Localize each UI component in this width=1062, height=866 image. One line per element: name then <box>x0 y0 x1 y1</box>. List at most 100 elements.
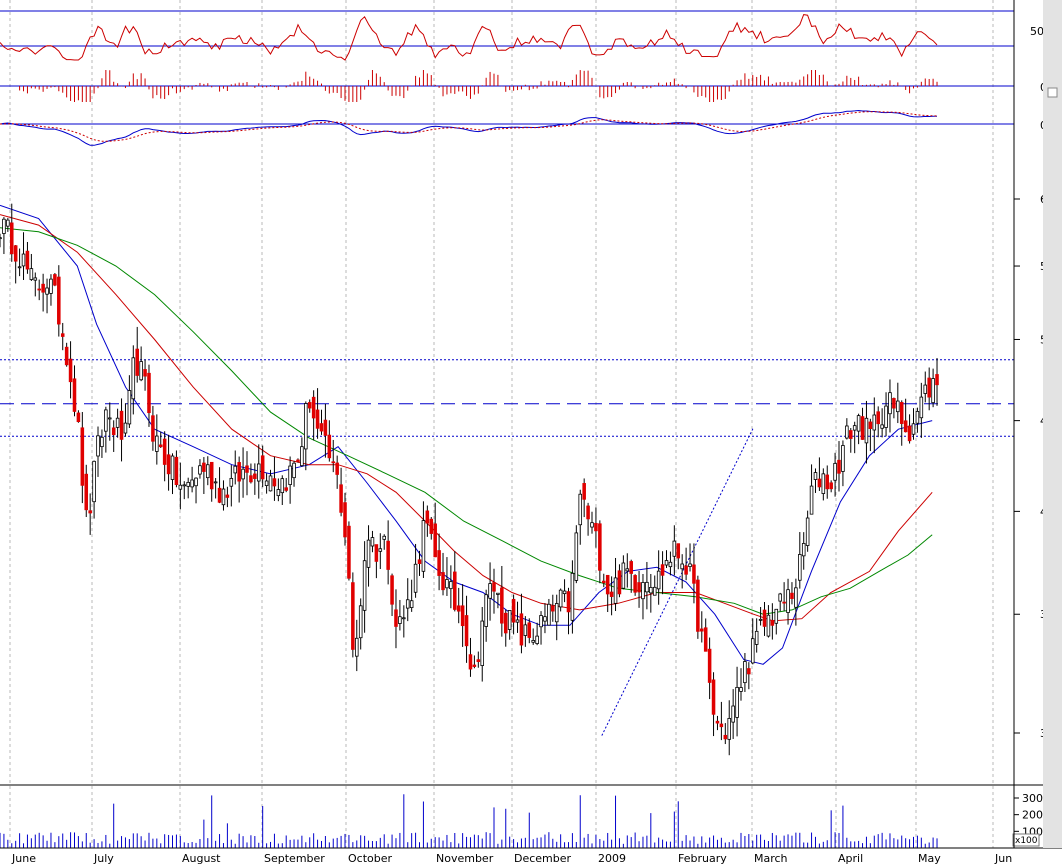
candle-body <box>49 278 53 294</box>
candle-body <box>186 481 190 487</box>
candle-body <box>358 605 363 639</box>
candle-body <box>13 245 18 262</box>
candle-body <box>817 478 822 488</box>
candle-body <box>84 473 89 511</box>
candle-body <box>460 605 465 627</box>
candle-body <box>123 422 128 434</box>
candle-body <box>315 409 320 429</box>
candle-body <box>229 477 234 487</box>
candle-body <box>790 592 794 599</box>
candle-body <box>304 403 308 450</box>
candle-body <box>641 582 645 600</box>
candle-body <box>715 720 720 724</box>
candle-body <box>837 459 841 474</box>
candle-body <box>798 554 802 581</box>
candle-body <box>649 587 653 594</box>
candle-body <box>684 565 688 575</box>
candle-body <box>162 438 167 465</box>
candle-body <box>700 628 704 632</box>
candle-body <box>64 346 69 366</box>
candle-body <box>523 624 528 636</box>
candle-body <box>794 587 798 608</box>
month-label: November <box>436 852 494 865</box>
candle-body <box>637 582 641 593</box>
candle-body <box>484 594 488 627</box>
candle-body <box>590 522 594 528</box>
candle-body <box>754 630 759 645</box>
candle-body <box>500 587 504 624</box>
candle-body <box>178 484 183 490</box>
candle-body <box>249 475 253 483</box>
candle-body <box>174 456 179 485</box>
candle-body <box>0 237 2 240</box>
candle-body <box>253 473 257 479</box>
candle-body <box>664 560 669 566</box>
candle-body <box>739 687 743 692</box>
candle-body <box>441 572 445 591</box>
candle-body <box>896 400 900 413</box>
candle-body <box>194 477 198 487</box>
candle-body <box>692 564 696 584</box>
candle-body <box>147 372 151 414</box>
candle-body <box>511 598 516 623</box>
scroll-handle[interactable] <box>1047 87 1058 98</box>
candle-body <box>206 464 210 479</box>
candle-body <box>355 637 359 657</box>
scroll-track[interactable] <box>1043 0 1062 848</box>
candle-body <box>331 461 336 464</box>
candle-body <box>456 605 461 612</box>
candle-body <box>339 484 343 513</box>
month-label: Jun <box>994 852 1012 865</box>
candle-body <box>852 425 857 431</box>
candle-body <box>562 590 567 595</box>
candle-body <box>476 659 481 662</box>
candle-body <box>2 218 6 234</box>
candle-body <box>860 416 865 440</box>
month-label: August <box>182 852 221 865</box>
candle-body <box>327 434 332 459</box>
month-label: September <box>264 852 325 865</box>
candle-body <box>111 427 116 436</box>
candle-body <box>696 579 700 632</box>
candle-body <box>558 589 563 608</box>
candle-body <box>409 600 414 608</box>
rsi-tick-50: 50 <box>1030 25 1044 38</box>
candle-body <box>688 563 692 567</box>
candle-body <box>9 222 14 255</box>
candle-body <box>543 616 547 622</box>
candle-body <box>899 402 904 424</box>
candle-body <box>280 478 285 494</box>
candle-body <box>319 423 324 432</box>
candle-body <box>609 591 614 597</box>
candle-body <box>241 468 245 480</box>
candle-body <box>374 544 379 562</box>
candle-body <box>131 357 136 400</box>
candle-body <box>652 586 657 596</box>
candle-body <box>668 561 673 568</box>
candle-body <box>613 577 618 604</box>
candle-body <box>135 348 139 376</box>
candle-body <box>856 415 861 432</box>
candle-body <box>743 661 747 684</box>
candle-body <box>774 608 779 624</box>
candle-body <box>707 648 712 683</box>
candle-body <box>527 622 532 638</box>
volume-multiplier-label: x100 <box>1015 836 1038 846</box>
candle-body <box>633 575 637 593</box>
candle-body <box>296 459 300 462</box>
candle-body <box>6 219 10 227</box>
candle-body <box>256 463 261 482</box>
candle-body <box>488 583 492 599</box>
candle-body <box>108 417 112 420</box>
candle-body <box>25 250 30 270</box>
candle-body <box>449 581 453 590</box>
candle-body <box>80 427 85 486</box>
candle-body <box>437 550 441 576</box>
candle-body <box>151 415 155 442</box>
candle-body <box>825 474 830 490</box>
candle-body <box>72 378 77 412</box>
candle-body <box>421 520 426 572</box>
candle-body <box>213 481 218 484</box>
candle-body <box>809 485 814 515</box>
candle-body <box>868 421 873 429</box>
